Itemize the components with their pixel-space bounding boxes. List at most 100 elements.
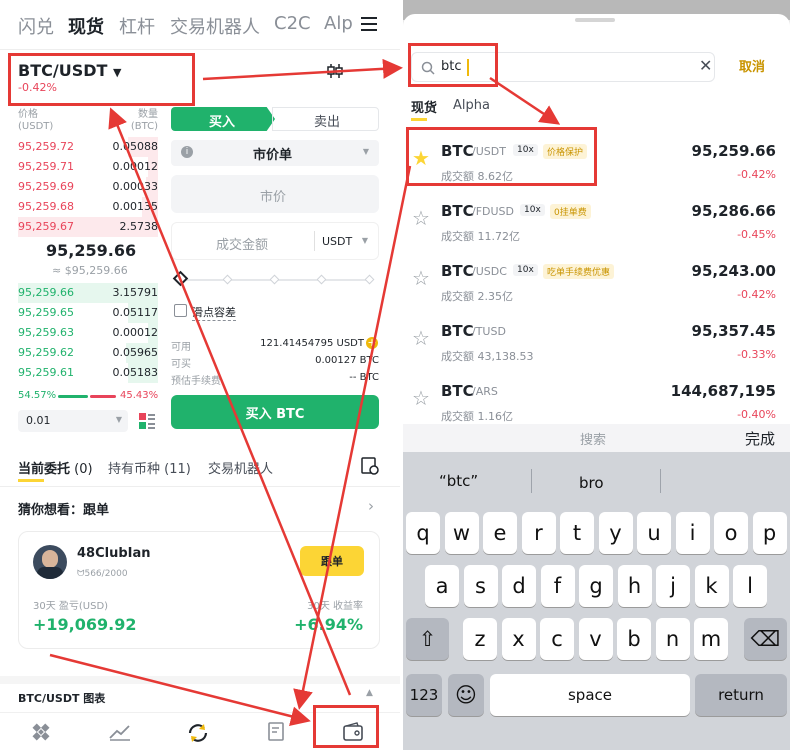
key-u[interactable]: u <box>637 512 671 554</box>
key-i[interactable]: i <box>675 512 710 554</box>
key-d[interactable]: d <box>502 565 536 607</box>
key-e[interactable]: e <box>483 512 517 554</box>
tab-spot[interactable]: 现货 <box>411 97 437 116</box>
keyboard-done-button[interactable]: 完成 <box>745 428 775 449</box>
chevron-right-icon[interactable]: › <box>368 497 374 515</box>
key-w[interactable]: w <box>444 512 479 554</box>
bid-row[interactable]: 95,259.61 0.05183 <box>18 363 158 383</box>
key-o[interactable]: o <box>714 512 748 554</box>
search-input[interactable]: btc ✕ <box>411 52 715 82</box>
amount-field[interactable]: 成交金额 USDT ▼ <box>171 222 379 260</box>
key-t[interactable]: t <box>560 512 594 554</box>
bid-row[interactable]: 95,259.62 0.05965 <box>18 343 158 363</box>
slider-step[interactable] <box>364 274 375 285</box>
suggestion[interactable]: “btc” <box>439 472 478 490</box>
slider-step[interactable] <box>269 274 280 285</box>
suggestion[interactable]: bro <box>579 474 604 492</box>
bid-row[interactable]: 95,259.65 0.05117 <box>18 303 158 323</box>
key-p[interactable]: p <box>752 512 787 554</box>
key-f[interactable]: f <box>540 565 575 607</box>
nav-margin[interactable]: 杠杆 <box>119 13 155 39</box>
tab-trading-bots[interactable]: 交易机器人 <box>208 458 273 477</box>
order-history-icon[interactable] <box>361 457 379 475</box>
nav-convert[interactable]: 闪兑 <box>18 13 54 39</box>
menu-icon[interactable] <box>361 17 377 31</box>
futures-icon[interactable] <box>268 722 286 742</box>
search-result-row[interactable]: ☆ BTC/FDUSD 10x 0挂单费 成交额 11.72亿 95,286.66 -0.4… <box>403 198 790 258</box>
bid-row[interactable]: 95,259.66 3.15791 <box>18 283 158 303</box>
home-logo-icon[interactable] <box>31 722 51 742</box>
chart-section-label[interactable]: BTC/USDT 图表 <box>18 690 105 706</box>
key-z[interactable]: z <box>463 618 497 660</box>
depth-select[interactable]: 0.01 ▼ <box>18 410 128 432</box>
favorite-star-icon[interactable]: ☆ <box>412 206 430 230</box>
search-result-row[interactable]: ★ BTC/USDT 10x 价格保护 成交额 8.62亿 95,259.66 -0.42% <box>403 138 790 198</box>
numbers-key[interactable]: 123 <box>406 674 442 716</box>
wallet-icon[interactable] <box>343 722 363 742</box>
favorite-star-icon[interactable]: ☆ <box>412 326 430 350</box>
key-a[interactable]: a <box>425 565 459 607</box>
ask-row[interactable]: 95,259.72 0.05088 <box>18 137 158 157</box>
tab-alpha[interactable]: Alpha <box>453 98 490 113</box>
slider-step[interactable] <box>316 274 327 285</box>
key-c[interactable]: c <box>540 618 574 660</box>
key-s[interactable]: s <box>463 565 498 607</box>
emoji-key[interactable]: ☺ <box>448 674 484 716</box>
nav-bots[interactable]: 交易机器人 <box>170 13 260 39</box>
markets-icon[interactable] <box>109 723 131 741</box>
ask-row[interactable]: 95,259.69 0.00033 <box>18 177 158 197</box>
key-x[interactable]: x <box>501 618 536 660</box>
buy-tab[interactable]: 买入 <box>171 107 275 131</box>
amount-unit-select[interactable]: USDT <box>322 235 352 248</box>
space-key[interactable]: space <box>490 674 690 716</box>
pair-selector[interactable]: BTC/USDT ▼ <box>18 61 121 80</box>
slider-handle[interactable] <box>172 270 189 287</box>
ask-row[interactable]: 95,259.71 0.00012 <box>18 157 158 177</box>
nav-c2c[interactable]: C2C <box>274 13 311 34</box>
buy-btc-button[interactable]: 买入 BTC <box>171 395 379 429</box>
sell-tab[interactable]: 卖出 <box>272 107 379 131</box>
order-type-select[interactable]: i 市价单 ▼ <box>171 140 379 166</box>
favorite-star-icon[interactable]: ★ <box>412 146 430 170</box>
ask-row[interactable]: 95,259.68 0.00135 <box>18 197 158 217</box>
shift-key[interactable]: ⇧ <box>406 618 449 660</box>
bid-row[interactable]: 95,259.63 0.00012 <box>18 323 158 343</box>
ask-row[interactable]: 95,259.67 2.5738 <box>18 217 158 237</box>
cancel-button[interactable]: 取消 <box>739 56 765 75</box>
copy-trader-card[interactable]: 48ClubIan ᗢ566/2000 跟单 30天 盈亏(USD) +19,0… <box>18 531 380 649</box>
key-r[interactable]: r <box>521 512 556 554</box>
key-j[interactable]: j <box>656 565 690 607</box>
key-l[interactable]: l <box>733 565 767 607</box>
price-field[interactable]: 市价 <box>171 175 379 213</box>
key-g[interactable]: g <box>579 565 613 607</box>
orderbook-layout-icon[interactable] <box>138 412 156 430</box>
slider-step[interactable] <box>222 274 233 285</box>
trade-icon[interactable] <box>186 721 210 745</box>
key-h[interactable]: h <box>617 565 652 607</box>
favorite-star-icon[interactable]: ☆ <box>412 386 430 410</box>
key-y[interactable]: y <box>598 512 633 554</box>
key-q[interactable]: q <box>406 512 440 554</box>
nav-spot[interactable]: 现货 <box>68 13 104 39</box>
return-key[interactable]: return <box>695 674 787 716</box>
key-n[interactable]: n <box>655 618 690 660</box>
search-result-row[interactable]: ☆ BTC/USDC 10x 吃单手续费优惠 成交额 2.35亿 95,243.00 -0.… <box>403 258 790 318</box>
nav-alpha[interactable]: Alp <box>324 13 353 34</box>
key-v[interactable]: v <box>578 618 613 660</box>
slippage-checkbox[interactable] <box>174 304 187 317</box>
favorite-star-icon[interactable]: ☆ <box>412 266 430 290</box>
add-funds-icon[interactable]: + <box>366 337 378 349</box>
slippage-label: 滑点容差 <box>192 306 236 321</box>
key-m[interactable]: m <box>694 618 728 660</box>
key-k[interactable]: k <box>694 565 729 607</box>
search-result-row[interactable]: ☆ BTC/TUSD 成交额 43,138.53 95,357.45 -0.33% <box>403 318 790 378</box>
tab-open-orders[interactable]: 当前委托 (0) <box>18 458 93 477</box>
price-change: -0.45% <box>737 228 776 241</box>
tab-holdings[interactable]: 持有币种 (11) <box>108 458 191 477</box>
follow-button[interactable]: 跟单 <box>300 546 364 576</box>
candlestick-chart-icon[interactable] <box>326 63 344 79</box>
backspace-key[interactable]: ⌫ <box>744 618 787 660</box>
key-b[interactable]: b <box>617 618 651 660</box>
collapse-icon[interactable]: ▲ <box>366 688 373 698</box>
clear-icon[interactable]: ✕ <box>699 56 712 75</box>
